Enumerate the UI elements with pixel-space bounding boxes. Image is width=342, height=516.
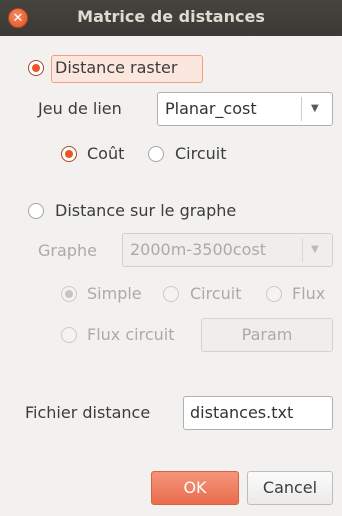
chevron-down-icon: ▼ — [311, 103, 319, 114]
combo-separator — [301, 97, 302, 121]
distance-file-label: Fichier distance — [25, 403, 151, 422]
circuit-label[interactable]: Circuit — [175, 144, 227, 163]
distance-raster-label[interactable]: Distance raster — [55, 58, 177, 77]
flux-radio[interactable] — [266, 286, 282, 302]
window-title: Matrice de distances — [77, 7, 265, 26]
graph-circuit-radio[interactable] — [163, 286, 179, 302]
cost-radio[interactable] — [61, 146, 77, 162]
graph-value: 2000m-3500cost — [130, 240, 266, 259]
graph-circuit-label[interactable]: Circuit — [190, 284, 242, 303]
combo-separator — [302, 238, 303, 262]
chevron-down-icon: ▼ — [311, 244, 319, 255]
link-set-combo[interactable]: Planar_cost ▼ — [157, 92, 333, 126]
graph-label: Graphe — [38, 241, 97, 260]
graph-combo[interactable]: 2000m-3500cost ▼ — [122, 233, 333, 267]
distance-graph-label[interactable]: Distance sur le graphe — [55, 201, 236, 220]
flux-label[interactable]: Flux — [292, 284, 325, 303]
distance-graph-radio[interactable] — [28, 203, 44, 219]
param-button[interactable]: Param — [201, 318, 333, 352]
flux-circuit-label[interactable]: Flux circuit — [87, 325, 174, 344]
cost-label[interactable]: Coût — [87, 144, 124, 163]
distance-raster-radio[interactable] — [28, 60, 44, 76]
flux-circuit-radio[interactable] — [61, 327, 77, 343]
simple-label[interactable]: Simple — [87, 284, 142, 303]
dialog-window: ✕ Matrice de distances Distance raster J… — [0, 0, 342, 516]
title-bar: ✕ Matrice de distances — [0, 0, 342, 36]
ok-button[interactable]: OK — [151, 471, 239, 505]
circuit-radio[interactable] — [148, 146, 164, 162]
link-set-value: Planar_cost — [165, 99, 257, 118]
link-set-label: Jeu de lien — [38, 99, 122, 118]
distance-file-input[interactable]: distances.txt — [183, 396, 333, 430]
distance-file-value: distances.txt — [190, 403, 294, 422]
simple-radio[interactable] — [61, 286, 77, 302]
cancel-button[interactable]: Cancel — [247, 471, 333, 505]
